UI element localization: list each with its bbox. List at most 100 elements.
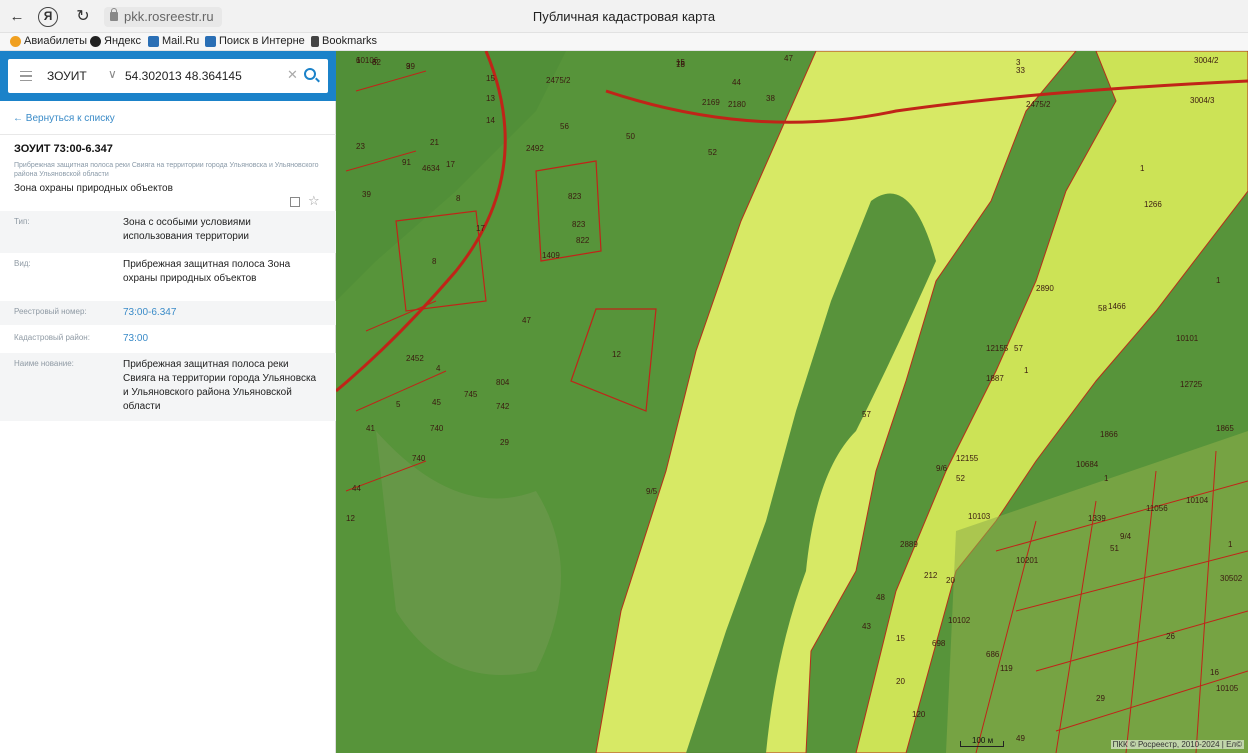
parcel-number-label: 50 xyxy=(626,132,635,141)
parcel-number-label: 10684 xyxy=(1076,460,1099,469)
star-icon[interactable]: ☆ xyxy=(308,193,320,209)
parcel-number-label: 12155 xyxy=(986,344,1009,353)
parcel-number-label: 47 xyxy=(784,54,793,63)
parcel-number-label: 13 xyxy=(486,94,495,103)
parcel-number-label: 3004/3 xyxy=(1190,96,1215,105)
parcel-number-label: 4634 xyxy=(422,164,440,173)
parcel-number-label: 3004/2 xyxy=(1194,56,1219,65)
parcel-number-label: 15 xyxy=(896,634,905,643)
parcel-number-label: 29 xyxy=(1096,694,1105,703)
info-panel: ЗОУИТ ∨ ✕ ‹ ← Вернуться к списку ЗОУИТ 7… xyxy=(0,51,348,753)
registry-number-link[interactable]: 73:00-6.347 xyxy=(123,306,323,320)
search-box: ЗОУИТ ∨ ✕ xyxy=(8,59,328,93)
plane-icon xyxy=(10,35,21,47)
back-arrow-icon[interactable]: ← xyxy=(8,8,26,26)
parcel-number-label: 23 xyxy=(356,142,365,151)
parcel-number-label: 45 xyxy=(432,398,441,407)
parcel-number-label: 26 xyxy=(1166,632,1175,641)
bookmark-search-web[interactable]: Поиск в Интерне xyxy=(205,35,305,47)
bookmarks-icon xyxy=(311,35,319,47)
parcel-number-label: 742 xyxy=(496,402,510,411)
address-bar[interactable]: pkk.rosreestr.ru xyxy=(104,7,222,27)
bookmark-yandex[interactable]: Яндекс xyxy=(90,35,141,47)
parcel-number-label: 51 xyxy=(1110,544,1119,553)
parcel-number-label: 1887 xyxy=(986,374,1004,383)
zoom-to-object-icon[interactable] xyxy=(290,197,300,207)
bookmark-mailru[interactable]: Mail.Ru xyxy=(148,35,199,47)
parcel-number-label: 48 xyxy=(876,593,885,602)
browser-toolbar: ← Я ↻ pkk.rosreestr.ru Публичная кадастр… xyxy=(0,0,1248,33)
parcel-number-label: 823 xyxy=(568,192,582,201)
parcel-number-label: 2180 xyxy=(728,100,746,109)
yandex-icon xyxy=(90,35,101,47)
parcel-number-label: 44 xyxy=(352,484,361,493)
attr-row-name: Наиме нование: Прибрежная защитная полос… xyxy=(0,353,336,421)
parcel-number-label: 2169 xyxy=(702,98,720,107)
search-bar: ЗОУИТ ∨ ✕ xyxy=(0,51,348,101)
search-icon[interactable] xyxy=(304,68,316,80)
bookmark-aviabilety[interactable]: Авиабилеты xyxy=(10,35,87,47)
menu-icon[interactable] xyxy=(20,71,32,81)
parcel-number-label: 39 xyxy=(406,62,415,71)
back-to-list-link[interactable]: ← Вернуться к списку xyxy=(13,113,115,124)
parcel-number-label: 9/6 xyxy=(936,464,948,473)
divider xyxy=(0,134,336,135)
chevron-down-icon[interactable]: ∨ xyxy=(108,67,117,81)
parcel-number-label: 47 xyxy=(522,316,531,325)
parcel-number-label: 29 xyxy=(500,438,509,447)
bookmark-label: Mail.Ru xyxy=(162,35,200,47)
parcel-number-label: 686 xyxy=(986,650,1000,659)
close-icon[interactable]: ✕ xyxy=(287,67,298,83)
object-subtitle: Прибрежная защитная полоса реки Свияга н… xyxy=(14,162,319,178)
parcel-number-label: 38 xyxy=(766,94,775,103)
parcel-number-label: 8 xyxy=(456,194,461,203)
parcel-number-label: 17 xyxy=(446,160,455,169)
parcel-number-label: 1266 xyxy=(1144,200,1162,209)
parcel-number-label: 12 xyxy=(612,350,621,359)
parcel-number-label: 43 xyxy=(862,622,871,631)
reload-icon[interactable]: ↻ xyxy=(74,8,92,26)
parcel-number-label: 745 xyxy=(464,390,478,399)
parcel-number-label: 1865 xyxy=(1216,424,1234,433)
parcel-number-label: 62 xyxy=(372,58,381,67)
parcel-number-label: 20 xyxy=(896,677,905,686)
parcel-number-label: 1866 xyxy=(1100,430,1118,439)
parcel-number-label: 56 xyxy=(560,122,569,131)
attr-row-registry: Реестровый номер: 73:00-6.347 xyxy=(0,301,336,325)
attr-value: Зона с особыми условиями использования т… xyxy=(123,217,251,242)
bookmarks-bar: Авиабилеты Яндекс Mail.Ru Поиск в Интерн… xyxy=(0,33,1248,51)
attr-label: Тип: xyxy=(14,217,30,226)
attr-value: Прибрежная защитная полоса Зона охраны п… xyxy=(123,259,291,284)
search-web-icon xyxy=(205,35,216,47)
scale-label: 100 м xyxy=(972,736,994,745)
parcel-number-label: 10103 xyxy=(968,512,991,521)
parcel-number-label: 1409 xyxy=(542,251,560,260)
parcel-number-label: 14 xyxy=(486,116,495,125)
object-kind: Зона охраны природных объектов xyxy=(14,183,173,194)
map-canvas[interactable]: 6 8 9 1544382475/22169 218047 3 3004/23004/324… xyxy=(336,51,1248,753)
parcel-number-label: 2890 xyxy=(1036,284,1054,293)
parcel-number-label: 12 xyxy=(346,514,355,523)
parcel-number-label: 52 xyxy=(956,474,965,483)
cadastral-map[interactable]: 6 8 9 15 44 38 2475/2 2169 2180 47 3 3004/2 3004/3 24… xyxy=(336,51,1248,753)
parcel-number-label: 1 xyxy=(1024,366,1029,375)
parcel-number-label: 2475/2 xyxy=(1026,100,1051,109)
search-type-select[interactable]: ЗОУИТ xyxy=(47,69,87,83)
attr-label: Вид: xyxy=(14,259,31,268)
bookmark-label: Яндекс xyxy=(104,35,141,47)
parcel-number-label: 10105 xyxy=(1216,684,1239,693)
district-link[interactable]: 73:00 xyxy=(123,332,323,346)
parcel-number-label: 49 xyxy=(1016,734,1025,743)
bookmark-bookmarks[interactable]: Bookmarks xyxy=(311,35,377,47)
bookmark-label: Bookmarks xyxy=(322,35,378,47)
search-input[interactable] xyxy=(125,66,285,86)
parcel-number-label: 39 xyxy=(362,190,371,199)
parcel-number-label: 5 xyxy=(396,400,401,409)
parcel-number-label: 57 xyxy=(1014,344,1023,353)
parcel-number-label: 10101 xyxy=(1176,334,1199,343)
parcel-number-label: 10201 xyxy=(1016,556,1039,565)
parcel-number-label: 822 xyxy=(576,236,590,245)
yandex-logo-icon[interactable]: Я xyxy=(38,7,58,27)
object-title: ЗОУИТ 73:00-6.347 xyxy=(14,143,113,155)
parcel-number-label: 15 xyxy=(486,74,495,83)
